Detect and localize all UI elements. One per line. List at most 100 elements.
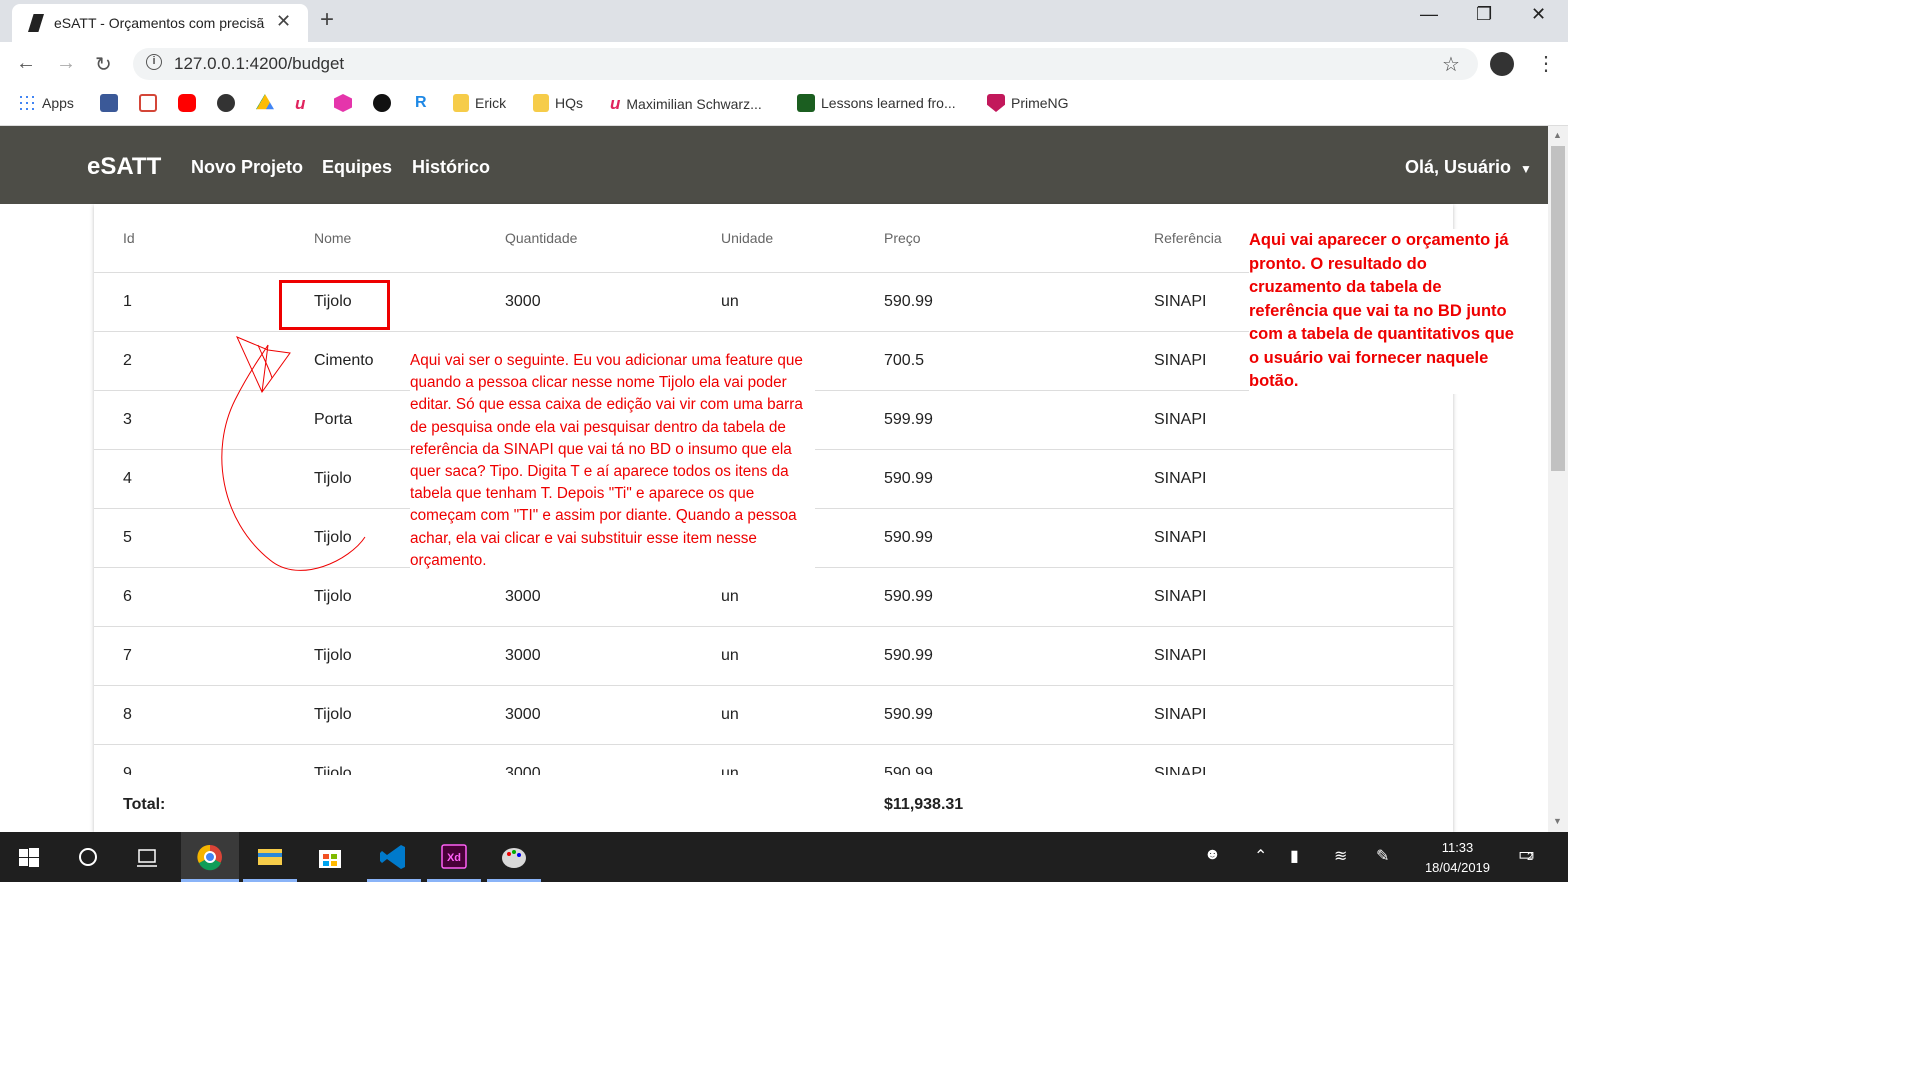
cell-nome[interactable]: Porta (314, 411, 352, 429)
tab-title: eSATT - Orçamentos com precisã (54, 15, 265, 31)
minimize-icon[interactable]: — (1420, 4, 1438, 25)
bookmark-apps[interactable]: Apps (18, 94, 74, 112)
user-menu[interactable]: Olá, Usuário ▼ (1405, 157, 1532, 178)
nav-equipes[interactable]: Equipes (322, 157, 392, 178)
table-row[interactable]: 9 Tijolo 3000 un 590.99 SINAPI (94, 744, 1453, 775)
chevron-up-icon[interactable]: ⌃ (1254, 846, 1267, 866)
folder-icon (533, 94, 549, 112)
cell-nome[interactable]: Tijolo (314, 706, 352, 724)
url-text[interactable]: 127.0.0.1:4200/budget (174, 54, 344, 74)
cell-id: 3 (123, 411, 132, 428)
close-window-icon[interactable]: ✕ (1531, 4, 1546, 25)
cell-nome[interactable]: Tijolo (314, 470, 352, 488)
bookmark-folder-hqs[interactable]: HQs (533, 94, 583, 112)
bookmark-star-icon[interactable]: ☆ (1442, 52, 1460, 77)
site-info-icon[interactable]: i (146, 54, 162, 70)
cell-nome[interactable]: Tijolo (314, 765, 352, 775)
table-row[interactable]: 8 Tijolo 3000 un 590.99 SINAPI (94, 685, 1453, 744)
cell-nome[interactable]: Tijolo (314, 529, 352, 547)
bookmark-maximilian[interactable]: u Maximilian Schwarz... (610, 94, 762, 114)
cell-id: 9 (123, 765, 132, 775)
file-explorer-icon[interactable] (241, 832, 299, 882)
wifi-icon[interactable]: ≋ (1334, 846, 1347, 866)
cell-quantidade: 3000 (505, 588, 541, 605)
header-nome[interactable]: Nome (314, 230, 351, 246)
profile-avatar[interactable] (1490, 52, 1514, 76)
system-clock[interactable]: 11:33 18/04/2019 (1410, 838, 1505, 878)
total-label: Total: (123, 796, 166, 813)
notification-count: 2 (1527, 851, 1534, 863)
bookmark-drive[interactable] (256, 94, 274, 112)
reload-icon[interactable]: ↻ (95, 52, 112, 77)
scrollbar-thumb[interactable] (1551, 146, 1565, 471)
bookmark-gmail[interactable] (139, 94, 157, 112)
bookmark-primeng[interactable]: PrimeNG (987, 94, 1069, 112)
adobe-xd-icon[interactable]: Xd (425, 832, 483, 882)
browser-tab[interactable]: eSATT - Orçamentos com precisã ✕ (12, 4, 308, 42)
header-id[interactable]: Id (123, 230, 135, 246)
page-scrollbar[interactable]: ▲ ▼ (1548, 126, 1568, 832)
bookmark-folder-erick[interactable]: Erick (453, 94, 506, 112)
bookmark-spotify[interactable] (373, 94, 391, 112)
header-unidade[interactable]: Unidade (721, 230, 773, 246)
cell-unidade: un (721, 647, 739, 664)
battery-icon[interactable]: ▮ (1290, 846, 1299, 866)
chrome-icon[interactable] (181, 832, 239, 882)
header-referencia[interactable]: Referência (1154, 230, 1222, 246)
cell-quantidade: 3000 (505, 765, 541, 775)
cell-referencia: SINAPI (1154, 588, 1207, 605)
udemy-icon: u (610, 94, 621, 113)
cell-referencia: SINAPI (1154, 470, 1207, 487)
cell-nome[interactable]: Cimento (314, 352, 374, 370)
bookmark-label: HQs (555, 95, 583, 111)
bookmark-udemy[interactable]: u (295, 94, 305, 114)
cell-referencia: SINAPI (1154, 647, 1207, 664)
forward-icon[interactable]: → (56, 52, 76, 75)
bookmark-graphql[interactable] (334, 94, 352, 112)
back-icon[interactable]: ← (16, 52, 36, 75)
bookmark-youtube[interactable] (178, 94, 196, 112)
clock-time: 11:33 (1441, 840, 1474, 855)
store-icon[interactable] (301, 832, 359, 882)
bookmark-label: Erick (475, 95, 507, 111)
cell-nome[interactable]: Tijolo (314, 588, 352, 606)
cell-preco: 590.99 (884, 647, 933, 664)
pen-icon[interactable]: ✎ (1376, 846, 1389, 866)
bookmark-lessons[interactable]: Lessons learned fro... (797, 94, 956, 112)
scroll-up-icon[interactable]: ▲ (1553, 130, 1562, 140)
vscode-icon[interactable] (365, 832, 423, 882)
header-quantidade[interactable]: Quantidade (505, 230, 577, 246)
annotation-note-side: Aqui vai aparecer o orçamento já pronto.… (1249, 229, 1519, 394)
bookmark-facebook[interactable] (100, 94, 118, 112)
table-row[interactable]: 7 Tijolo 3000 un 590.99 SINAPI (94, 626, 1453, 685)
people-icon[interactable]: ☻ (1204, 846, 1221, 864)
task-view-icon[interactable] (118, 832, 176, 882)
header-preco[interactable]: Preço (884, 230, 921, 246)
cell-preco: 590.99 (884, 529, 933, 546)
cell-nome[interactable]: Tijolo (314, 647, 352, 665)
bookmark-link[interactable] (217, 94, 235, 112)
close-tab-icon[interactable]: ✕ (276, 11, 291, 32)
nav-historico[interactable]: Histórico (412, 157, 490, 178)
nav-novo-projeto[interactable]: Novo Projeto (191, 157, 303, 178)
paint-icon[interactable] (485, 832, 543, 882)
brand-logo[interactable]: eSATT (87, 153, 161, 181)
table-row[interactable]: 6 Tijolo 3000 un 590.99 SINAPI (94, 567, 1453, 626)
google-drive-icon (256, 94, 274, 110)
annotation-note-main: Aqui vai ser o seguinte. Eu vou adiciona… (410, 348, 815, 575)
facebook-icon (100, 94, 118, 112)
bookmark-r[interactable]: R (415, 94, 427, 112)
browser-menu-icon[interactable]: ⋮ (1536, 51, 1556, 76)
scroll-down-icon[interactable]: ▼ (1553, 816, 1562, 826)
user-greeting: Olá, Usuário (1405, 157, 1512, 177)
cell-preco: 590.99 (884, 293, 933, 310)
cell-id: 2 (123, 352, 132, 369)
notification-center-icon[interactable]: ▭2 (1518, 844, 1535, 865)
bookmark-label: Apps (42, 95, 74, 111)
cell-id: 5 (123, 529, 132, 546)
new-tab-icon[interactable]: + (320, 6, 334, 34)
restore-icon[interactable]: ❐ (1476, 4, 1492, 25)
cortana-icon[interactable] (59, 832, 117, 882)
windows-start-icon[interactable] (0, 832, 58, 882)
cell-preco: 590.99 (884, 706, 933, 723)
